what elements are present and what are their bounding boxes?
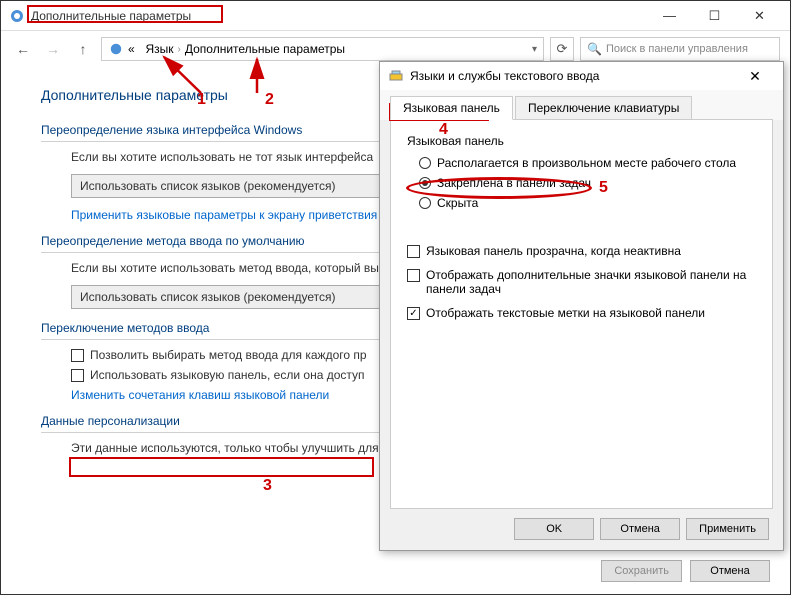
dialog-ok-button[interactable]: OK xyxy=(514,518,594,540)
radio-floating-label: Располагается в произвольном месте рабоч… xyxy=(437,156,736,170)
app-icon xyxy=(9,8,25,24)
titlebar: Дополнительные параметры — ☐ ✕ xyxy=(1,1,790,31)
dialog-close-button[interactable]: ✕ xyxy=(735,63,775,89)
check-extra-icons[interactable] xyxy=(407,269,420,282)
per-app-input-checkbox[interactable] xyxy=(71,349,84,362)
breadcrumb-sep-icon: › xyxy=(178,44,181,55)
maximize-button[interactable]: ☐ xyxy=(692,2,737,30)
tab-keyboard-switch[interactable]: Переключение клавиатуры xyxy=(515,96,692,120)
dialog-icon xyxy=(388,68,404,84)
dialog-tabs: Языковая панель Переключение клавиатуры xyxy=(380,90,783,120)
cancel-button[interactable]: Отмена xyxy=(690,560,770,582)
langbar-group-title: Языковая панель xyxy=(407,134,756,148)
close-button[interactable]: ✕ xyxy=(737,2,782,30)
check-extra-icons-label: Отображать дополнительные значки языково… xyxy=(426,268,756,296)
breadcrumb-dropdown-icon[interactable]: ▾ xyxy=(532,44,537,55)
back-button[interactable]: ← xyxy=(11,37,35,61)
refresh-button[interactable]: ⟳ xyxy=(550,37,574,61)
text-services-dialog: Языки и службы текстового ввода ✕ Языков… xyxy=(379,61,784,551)
radio-hidden-label: Скрыта xyxy=(437,196,478,210)
breadcrumb-root-glyph: « xyxy=(128,42,135,56)
breadcrumb-icon xyxy=(108,41,124,57)
dialog-title: Языки и службы текстового ввода xyxy=(410,69,735,83)
search-placeholder: Поиск в панели управления xyxy=(606,43,748,55)
search-icon: 🔍 xyxy=(587,42,602,56)
breadcrumb-item-language[interactable]: Язык xyxy=(145,42,173,56)
dropdown-value: Использовать список языков (рекомендуетс… xyxy=(80,179,336,193)
radio-hidden[interactable] xyxy=(419,197,431,209)
dialog-buttons: OK Отмена Применить xyxy=(514,518,769,540)
tab-content: Языковая панель Располагается в произвол… xyxy=(390,119,773,509)
check-text-labels[interactable] xyxy=(407,307,420,320)
control-panel-window: Дополнительные параметры — ☐ ✕ ← → ↑ « Я… xyxy=(0,0,791,595)
dialog-cancel-button[interactable]: Отмена xyxy=(600,518,680,540)
radio-floating[interactable] xyxy=(419,157,431,169)
breadcrumb[interactable]: « Язык › Дополнительные параметры ▾ xyxy=(101,37,544,61)
main-buttons: Сохранить Отмена xyxy=(601,560,770,582)
forward-button: → xyxy=(41,37,65,61)
minimize-button[interactable]: — xyxy=(647,2,692,30)
up-button[interactable]: ↑ xyxy=(71,37,95,61)
radio-docked[interactable] xyxy=(419,177,431,189)
use-langbar-label: Использовать языковую панель, если она д… xyxy=(90,368,365,382)
save-button: Сохранить xyxy=(601,560,682,582)
dialog-apply-button[interactable]: Применить xyxy=(686,518,769,540)
tab-language-bar[interactable]: Языковая панель xyxy=(390,96,513,120)
check-transparent[interactable] xyxy=(407,245,420,258)
per-app-input-label: Позволить выбирать метод ввода для каждо… xyxy=(90,348,367,362)
check-transparent-label: Языковая панель прозрачна, когда неактив… xyxy=(426,244,681,258)
dialog-titlebar: Языки и службы текстового ввода ✕ xyxy=(380,62,783,90)
use-langbar-checkbox[interactable] xyxy=(71,369,84,382)
window-title: Дополнительные параметры xyxy=(31,9,647,23)
radio-docked-label: Закреплена в панели задач xyxy=(437,176,591,190)
search-input[interactable]: 🔍 Поиск в панели управления xyxy=(580,37,780,61)
breadcrumb-item-advanced[interactable]: Дополнительные параметры xyxy=(185,42,345,56)
check-text-labels-label: Отображать текстовые метки на языковой п… xyxy=(426,306,705,320)
dropdown-value: Использовать список языков (рекомендуетс… xyxy=(80,290,336,304)
breadcrumb-sep-icon xyxy=(139,44,142,55)
